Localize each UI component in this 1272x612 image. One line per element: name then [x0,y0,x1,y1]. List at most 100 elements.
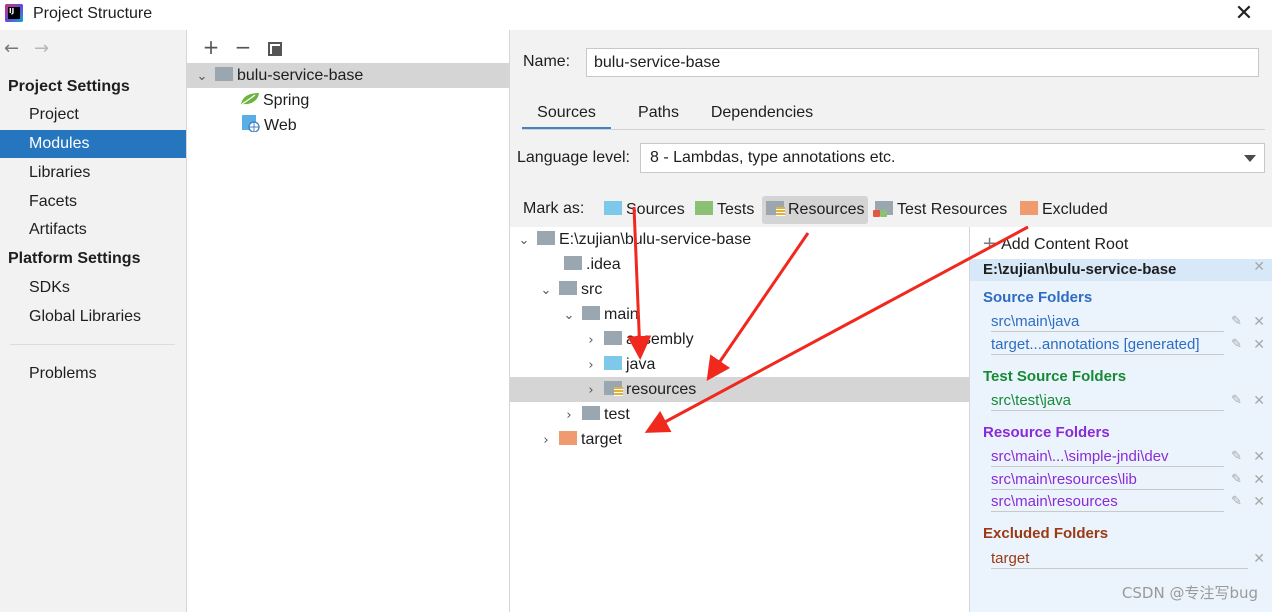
module-row-bulu-service-base[interactable]: ⌄ bulu-service-base [187,63,509,88]
folder-icon [559,281,577,295]
tree-label: main [604,306,639,323]
chevron-down-icon[interactable]: ⌄ [540,283,552,298]
chevron-down-icon[interactable]: ⌄ [196,69,208,84]
close-icon[interactable]: ✕ [1232,2,1256,26]
source-folder-entry[interactable]: target...annotations [generated] [991,335,1224,355]
chevron-right-icon[interactable]: › [540,433,552,448]
tabs-divider [522,129,1265,130]
tree-row-target[interactable]: › target [510,427,970,452]
tree-row-root[interactable]: ⌄ E:\zujian\bulu-service-base [510,227,970,252]
chevron-right-icon[interactable]: › [563,408,575,423]
pencil-icon[interactable]: ✎ [1231,472,1242,487]
back-arrow-icon[interactable]: ← [4,38,34,59]
tree-label: .idea [586,256,621,273]
tab-sources[interactable]: Sources [522,100,611,130]
sidebar-item-libraries[interactable]: Libraries [0,159,186,187]
mark-as-test-resources-button[interactable]: Test Resources [871,196,1011,224]
test-source-folders-title: Test Source Folders [983,368,1127,385]
add-icon[interactable]: + [195,36,227,58]
chevron-right-icon[interactable]: › [585,358,597,373]
tree-row-resources[interactable]: › resources [510,377,970,402]
tree-label: src [581,281,603,298]
sidebar-item-facets[interactable]: Facets [0,188,186,216]
mark-as-excluded-button[interactable]: Excluded [1016,196,1112,224]
sidebar-item-modules[interactable]: Modules [0,130,186,158]
remove-icon[interactable]: ✕ [1253,551,1265,567]
chevron-down-icon[interactable]: ⌄ [563,308,575,323]
resource-folder-icon [604,381,623,396]
remove-icon[interactable]: ✕ [1253,337,1265,353]
web-facet-icon [242,115,260,133]
tree-row-java[interactable]: › java [510,352,970,377]
tree-label: resources [626,381,697,398]
pencil-icon[interactable]: ✎ [1231,449,1242,464]
tree-row-main[interactable]: ⌄ main [510,302,970,327]
sidebar-item-problems[interactable]: Problems [0,360,186,388]
remove-icon[interactable]: ✕ [1253,393,1265,409]
platform-settings-heading: Platform Settings [8,250,141,267]
content-root-header: E:\zujian\bulu-service-base ✕ [970,259,1272,281]
name-label: Name: [523,53,571,70]
content-roots-panel: + Add Content Root E:\zujian\bulu-service… [969,227,1272,612]
test-source-folder-entry[interactable]: src\test\java [991,391,1224,411]
sidebar: ← → Project Settings Project Modules Libr… [0,30,187,612]
sidebar-item-project[interactable]: Project [0,101,186,129]
remove-content-root-icon[interactable]: ✕ [1253,259,1265,275]
source-folder-entry[interactable]: src\main\java [991,312,1224,332]
remove-icon[interactable]: ✕ [1253,494,1265,510]
remove-icon[interactable]: ✕ [1253,449,1265,465]
forward-arrow-icon[interactable]: → [34,38,64,59]
module-toolbar: + − [195,35,291,58]
tab-dependencies[interactable]: Dependencies [708,100,816,130]
resource-folder-icon [766,201,785,216]
name-input[interactable] [586,48,1259,77]
facet-row-spring[interactable]: Spring [187,88,509,113]
tree-row-idea[interactable]: .idea [510,252,970,277]
mark-as-tests-button[interactable]: Tests [691,196,758,224]
language-level-value: 8 - Lambdas, type annotations etc. [650,149,896,166]
sidebar-item-global-libraries[interactable]: Global Libraries [0,303,186,331]
add-content-root-button[interactable]: + Add Content Root [982,233,1128,254]
copy-icon[interactable] [259,36,291,58]
folder-icon [537,231,555,245]
tree-row-src[interactable]: ⌄ src [510,277,970,302]
mark-as-resources-button[interactable]: Resources [762,196,869,224]
dropdown-arrow-icon [1244,155,1256,162]
remove-icon[interactable]: ✕ [1253,472,1265,488]
excluded-folder-icon [559,431,577,445]
resource-folder-entry[interactable]: src\main\resources\lib [991,470,1224,490]
resource-folder-entry[interactable]: src\main\resources [991,492,1224,512]
content-root-path: E:\zujian\bulu-service-base [983,261,1177,278]
module-panel: + − ⌄ bulu-service-base Spring Web [187,30,510,612]
sidebar-divider [10,344,175,345]
intellij-logo-icon: IJ [5,4,23,22]
mark-as-sources-button[interactable]: Sources [600,196,689,224]
sidebar-item-sdks[interactable]: SDKs [0,274,186,302]
button-label: Tests [717,201,755,218]
sidebar-item-artifacts[interactable]: Artifacts [0,216,186,244]
folder-icon [582,406,600,420]
folder-icon [564,256,582,270]
facet-row-web[interactable]: Web [187,113,509,138]
excluded-folder-entry[interactable]: target [991,549,1248,569]
remove-icon[interactable]: − [227,36,259,58]
pencil-icon[interactable]: ✎ [1231,337,1242,352]
button-label: Sources [626,201,685,218]
excluded-folder-icon [1020,201,1038,215]
pencil-icon[interactable]: ✎ [1231,393,1242,408]
language-level-select[interactable]: 8 - Lambdas, type annotations etc. [640,143,1265,173]
remove-icon[interactable]: ✕ [1253,314,1265,330]
tab-paths[interactable]: Paths [627,100,690,130]
chevron-down-icon[interactable]: ⌄ [518,233,530,248]
button-label: Test Resources [897,201,1008,218]
resource-folder-entry[interactable]: src\main\...\simple-jndi\dev [991,447,1224,467]
pencil-icon[interactable]: ✎ [1231,314,1242,329]
chevron-right-icon[interactable]: › [585,333,597,348]
chevron-right-icon[interactable]: › [585,383,597,398]
navigation-arrows: ← → [4,38,64,59]
tree-row-assembly[interactable]: › assembly [510,327,970,352]
tree-row-test[interactable]: › test [510,402,970,427]
folder-icon [582,306,600,320]
pencil-icon[interactable]: ✎ [1231,494,1242,509]
watermark: CSDN @专注写bug [1121,584,1258,602]
